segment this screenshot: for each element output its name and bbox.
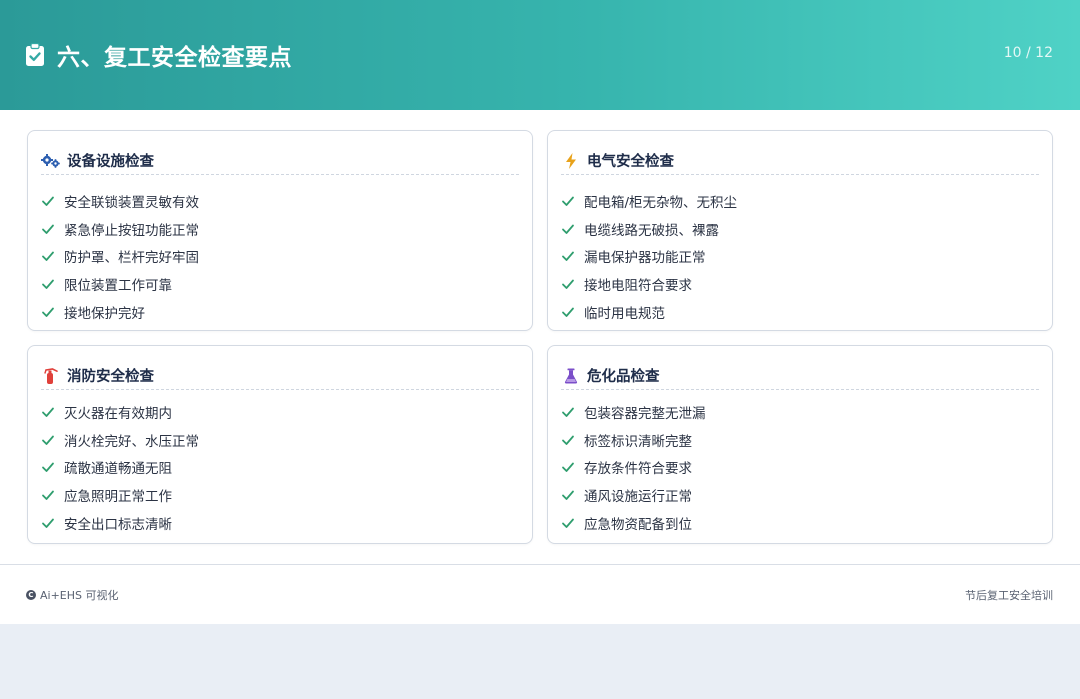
check-icon xyxy=(42,252,54,262)
list-item-text: 电缆线路无破损、裸露 xyxy=(584,222,719,239)
check-icon xyxy=(42,196,54,206)
list-item: 安全出口标志清晰 xyxy=(41,509,199,537)
check-icon xyxy=(42,435,54,445)
list-item: 应急照明正常工作 xyxy=(41,481,199,509)
check-icon xyxy=(42,307,54,317)
footer-divider xyxy=(0,564,1080,565)
gears-icon xyxy=(41,153,61,169)
check-icon xyxy=(562,463,574,473)
check-icon xyxy=(42,463,54,473)
slide: 六、复工安全检查要点 10 / 12 设备设施检查 安全联锁装置灵敏有效 紧急停… xyxy=(0,0,1080,624)
list-item: 灭火器在有效期内 xyxy=(41,398,199,426)
list-item: 安全联锁装置灵敏有效 xyxy=(41,187,199,215)
list-item: 包装容器完整无泄漏 xyxy=(561,398,706,426)
check-icon xyxy=(562,279,574,290)
list-item: 存放条件符合要求 xyxy=(561,454,706,482)
list-item-text: 安全联锁装置灵敏有效 xyxy=(64,194,199,211)
card-hazmat-check: 危化品检查 包装容器完整无泄漏 标签标识清晰完整 存放条件符合要求 通风设施运行… xyxy=(547,345,1053,544)
c-circle-icon: C xyxy=(26,590,36,600)
card-title: 电气安全检查 xyxy=(587,154,674,170)
list-item: 消火栓完好、水压正常 xyxy=(41,426,199,454)
card-title: 危化品检查 xyxy=(587,369,660,385)
check-icon xyxy=(562,407,574,417)
list-item: 漏电保护器功能正常 xyxy=(561,243,737,271)
list-item-text: 限位装置工作可靠 xyxy=(64,278,172,295)
check-list: 配电箱/柜无杂物、无积尘 电缆线路无破损、裸露 漏电保护器功能正常 接地电阻符合… xyxy=(561,187,737,326)
check-icon xyxy=(562,307,574,317)
list-item: 通风设施运行正常 xyxy=(561,481,706,509)
page-title-group: 六、复工安全检查要点 xyxy=(25,38,292,72)
card-electrical-check: 电气安全检查 配电箱/柜无杂物、无积尘 电缆线路无破损、裸露 漏电保护器功能正常… xyxy=(547,130,1053,331)
card-equipment-check: 设备设施检查 安全联锁装置灵敏有效 紧急停止按钮功能正常 防护罩、栏杆完好牢固 … xyxy=(27,130,533,331)
list-item: 配电箱/柜无杂物、无积尘 xyxy=(561,187,737,215)
fire-extinguisher-icon xyxy=(41,367,61,384)
check-icon xyxy=(562,435,574,445)
check-icon xyxy=(42,490,54,501)
list-item-text: 疏散通道畅通无阻 xyxy=(64,461,172,478)
list-item-text: 配电箱/柜无杂物、无积尘 xyxy=(584,194,738,211)
check-icon xyxy=(562,252,574,262)
list-item: 限位装置工作可靠 xyxy=(41,270,199,298)
check-icon xyxy=(562,490,574,501)
list-item-text: 临时用电规范 xyxy=(584,306,665,323)
list-item: 接地电阻符合要求 xyxy=(561,270,737,298)
list-item-text: 包装容器完整无泄漏 xyxy=(584,405,706,422)
list-item: 防护罩、栏杆完好牢固 xyxy=(41,243,199,271)
list-item-text: 接地保护完好 xyxy=(64,306,145,323)
list-item-text: 漏电保护器功能正常 xyxy=(584,250,706,267)
check-icon xyxy=(42,407,54,417)
list-item: 疏散通道畅通无阻 xyxy=(41,454,199,482)
header-banner: 六、复工安全检查要点 10 / 12 xyxy=(0,0,1080,110)
list-item: 临时用电规范 xyxy=(561,298,737,326)
check-icon xyxy=(562,224,574,234)
page-indicator: 10 / 12 xyxy=(1003,45,1053,61)
list-item-text: 灭火器在有效期内 xyxy=(64,405,172,422)
list-item: 应急物资配备到位 xyxy=(561,509,706,537)
list-item-text: 应急照明正常工作 xyxy=(64,489,172,506)
page-title: 六、复工安全检查要点 xyxy=(57,45,292,71)
check-icon xyxy=(42,518,54,528)
list-item-text: 紧急停止按钮功能正常 xyxy=(64,222,199,239)
footer-brand: C Ai+EHS 可视化 xyxy=(26,587,119,603)
flask-icon xyxy=(561,368,581,384)
footer-brand-text: Ai+EHS 可视化 xyxy=(40,589,119,602)
check-icon xyxy=(562,196,574,206)
card-title: 消防安全检查 xyxy=(67,369,154,385)
list-item-text: 应急物资配备到位 xyxy=(584,517,692,534)
footer-course-name: 节后复工安全培训 xyxy=(965,589,1053,602)
card-title-row: 危化品检查 xyxy=(561,362,1039,390)
list-item-text: 防护罩、栏杆完好牢固 xyxy=(64,250,199,267)
check-list: 包装容器完整无泄漏 标签标识清晰完整 存放条件符合要求 通风设施运行正常 应急物… xyxy=(561,398,706,537)
list-item-text: 接地电阻符合要求 xyxy=(584,278,692,295)
list-item: 接地保护完好 xyxy=(41,298,199,326)
list-item-text: 标签标识清晰完整 xyxy=(584,433,692,450)
card-title: 设备设施检查 xyxy=(67,154,154,170)
list-item-text: 安全出口标志清晰 xyxy=(64,517,172,534)
list-item: 紧急停止按钮功能正常 xyxy=(41,215,199,243)
list-item-text: 消火栓完好、水压正常 xyxy=(64,433,199,450)
card-title-row: 设备设施检查 xyxy=(41,147,519,175)
list-item: 标签标识清晰完整 xyxy=(561,426,706,454)
check-icon xyxy=(562,518,574,528)
check-list: 灭火器在有效期内 消火栓完好、水压正常 疏散通道畅通无阻 应急照明正常工作 安全… xyxy=(41,398,199,537)
check-icon xyxy=(42,279,54,290)
list-item-text: 存放条件符合要求 xyxy=(584,461,692,478)
check-list: 安全联锁装置灵敏有效 紧急停止按钮功能正常 防护罩、栏杆完好牢固 限位装置工作可… xyxy=(41,187,199,326)
bolt-icon xyxy=(561,152,581,169)
check-icon xyxy=(42,224,54,234)
card-title-row: 消防安全检查 xyxy=(41,362,519,390)
clipboard-check-icon xyxy=(26,43,44,66)
list-item: 电缆线路无破损、裸露 xyxy=(561,215,737,243)
card-fire-safety-check: 消防安全检查 灭火器在有效期内 消火栓完好、水压正常 疏散通道畅通无阻 应急照明… xyxy=(27,345,533,544)
card-title-row: 电气安全检查 xyxy=(561,147,1039,175)
list-item-text: 通风设施运行正常 xyxy=(584,489,692,506)
